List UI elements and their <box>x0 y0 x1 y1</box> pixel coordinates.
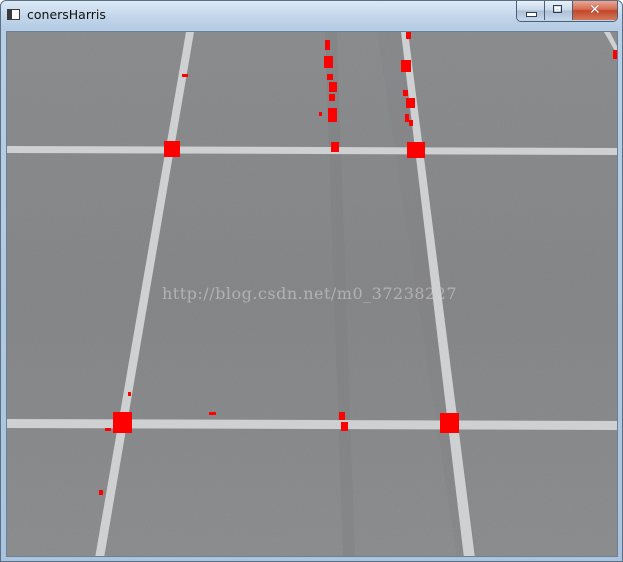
corner-marker <box>325 40 330 50</box>
corner-marker <box>209 412 216 415</box>
corner-marker <box>403 90 408 96</box>
corner-marker <box>329 82 337 92</box>
corner-marker <box>406 98 415 108</box>
corner-marker <box>113 412 132 433</box>
title-bar[interactable]: conersHarris ✕ <box>1 1 622 30</box>
corner-marker <box>613 50 617 59</box>
app-window: conersHarris ✕ http://blog.csdn.net/m0_3… <box>0 0 623 562</box>
app-window-icon[interactable] <box>7 9 20 20</box>
corner-marker <box>406 32 411 39</box>
corner-marker <box>407 142 425 158</box>
close-icon: ✕ <box>589 2 601 18</box>
corner-marker <box>319 112 322 116</box>
minimize-icon <box>526 12 537 17</box>
corner-marker <box>401 60 411 72</box>
window-controls: ✕ <box>516 1 618 22</box>
watermark-text: http://blog.csdn.net/m0_37238227 <box>162 284 458 303</box>
corner-marker <box>128 392 131 396</box>
corner-marker <box>405 114 409 122</box>
corner-marker <box>339 412 345 420</box>
corner-marker <box>182 74 188 77</box>
maximize-icon <box>553 5 562 13</box>
corner-marker <box>99 490 103 495</box>
corner-marker <box>329 94 335 101</box>
corner-marker <box>440 413 459 433</box>
image-display: http://blog.csdn.net/m0_37238227 <box>6 31 618 557</box>
window-title: conersHarris <box>27 7 106 22</box>
corner-marker <box>409 120 413 126</box>
corner-marker <box>324 56 333 68</box>
corner-marker <box>327 74 333 80</box>
minimize-button[interactable] <box>517 1 545 20</box>
corner-marker <box>164 141 180 157</box>
close-button[interactable]: ✕ <box>573 1 617 20</box>
corner-marker <box>328 108 337 122</box>
corner-marker <box>341 422 348 431</box>
maximize-button[interactable] <box>545 1 573 20</box>
corner-marker <box>105 428 111 431</box>
corner-marker <box>331 142 339 152</box>
